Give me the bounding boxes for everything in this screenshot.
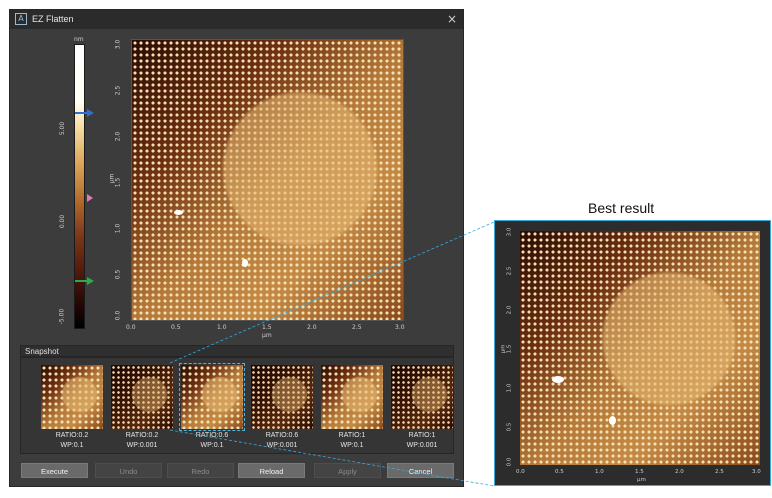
snapshot-item[interactable]: RATIO:1 WP:0.001 [388,358,456,453]
best-result-title: Best result [588,200,655,216]
x-axis-label: μm [262,332,272,339]
execute-button[interactable]: Execute [21,463,88,478]
best-x-tick: 0.5 [555,469,564,475]
title-bar[interactable]: A EZ Flatten × [10,10,463,29]
lower-limit-marker[interactable] [87,277,94,285]
best-x-tick: 1.0 [595,469,604,475]
x-tick: 0.5 [171,324,181,331]
particle-blob [242,259,248,267]
particle-blob [552,376,564,383]
best-x-tick: 2.5 [715,469,724,475]
snapshot-thumbnail [251,365,313,429]
redo-button[interactable]: Redo [167,463,234,478]
cancel-button[interactable]: Cancel [387,463,454,478]
snapshot-ratio: RATIO:0.2 [125,432,159,439]
snapshot-ratio: RATIO:0.2 [55,432,89,439]
snapshot-item[interactable]: RATIO:0.2 WP:0.001 [108,358,176,453]
best-x-axis-label: μm [637,477,646,483]
undo-button[interactable]: Undo [95,463,162,478]
snapshot-item[interactable]: RATIO:0.2 WP:0.1 [38,358,106,453]
snapshot-wp: WP:0.1 [200,442,224,449]
best-y-tick: 2.0 [506,305,513,315]
best-y-axis-label: μm [500,344,507,354]
snapshot-ratio: RATIO:1 [408,432,436,439]
snapshot-thumbnail [179,363,245,431]
snapshot-thumbnail [111,365,173,429]
particle-blob [174,210,183,215]
midpoint-marker[interactable] [87,194,93,202]
y-axis-label: μm [108,173,116,184]
screenshot-canvas: A EZ Flatten × nm 5.00 0.00 -5.00 3.0 2.… [0,0,772,498]
best-result-panel: 3.0 2.5 2.0 1.5 1.0 0.5 0.0 μm 0.0 0.5 1… [494,220,771,486]
color-scale-tick: 5.00 [59,121,67,136]
snapshot-thumbnail [41,365,103,429]
reload-button[interactable]: Reload [238,463,305,478]
snapshot-header: Snapshot [20,345,454,357]
snapshot-ratio: RATIO:1 [338,432,366,439]
x-tick: 1.0 [217,324,227,331]
snapshot-wp: WP:0.001 [126,442,158,449]
snapshot-item[interactable]: RATIO:1 WP:0.1 [318,358,386,453]
snapshot-wp: WP:0.1 [60,442,84,449]
snapshot-thumbnail [391,365,453,429]
app-logo-icon: A [15,13,27,25]
color-scale-tick: 0.00 [59,214,67,229]
snapshot-item-selected[interactable]: RATIO:0.6 WP:0.1 [178,358,246,453]
apply-button[interactable]: Apply [314,463,381,478]
window-title: EZ Flatten [32,14,74,24]
x-tick: 1.5 [262,324,272,331]
snapshot-ratio: RATIO:0.6 [265,432,299,439]
best-y-tick: 0.5 [506,422,513,432]
y-tick: 1.0 [114,223,122,234]
x-tick: 3.0 [395,324,405,331]
y-tick: 0.0 [114,310,122,321]
y-tick: 3.0 [114,39,122,50]
upper-limit-marker[interactable] [87,109,94,117]
snapshot-item[interactable]: RATIO:0.6 WP:0.001 [248,358,316,453]
snapshot-ratio: RATIO:0.6 [195,432,229,439]
best-result-image [520,231,760,465]
snapshot-wp: WP:0.001 [406,442,438,449]
snapshot-wp: WP:0.001 [266,442,298,449]
best-y-tick: 0.0 [506,457,513,467]
color-scale-tick: -5.00 [58,308,66,325]
best-y-tick: 1.0 [506,383,513,393]
y-tick: 2.5 [114,85,122,96]
particle-blob [609,416,616,425]
snapshot-thumbnail [321,365,383,429]
snapshot-wp: WP:0.1 [340,442,364,449]
close-icon[interactable]: × [447,12,457,26]
x-tick: 2.0 [307,324,317,331]
best-x-tick: 1.5 [635,469,644,475]
best-x-tick: 2.0 [675,469,684,475]
x-tick: 2.5 [352,324,362,331]
y-tick: 2.0 [114,131,122,142]
best-y-tick: 1.5 [506,344,513,354]
best-x-tick: 0.0 [516,469,525,475]
best-y-tick: 2.5 [506,266,513,276]
color-scale-unit: nm [74,36,84,43]
x-tick: 0.0 [126,324,136,331]
afm-height-image[interactable] [131,39,404,321]
ez-flatten-dialog: A EZ Flatten × nm 5.00 0.00 -5.00 3.0 2.… [9,9,464,487]
best-x-tick: 3.0 [752,469,761,475]
best-y-tick: 3.0 [506,227,513,237]
color-scale-bar [74,44,85,329]
y-tick: 0.5 [114,269,122,280]
snapshot-title: Snapshot [25,347,59,356]
snapshot-panel: RATIO:0.2 WP:0.1 RATIO:0.2 WP:0.001 RATI… [20,357,454,454]
